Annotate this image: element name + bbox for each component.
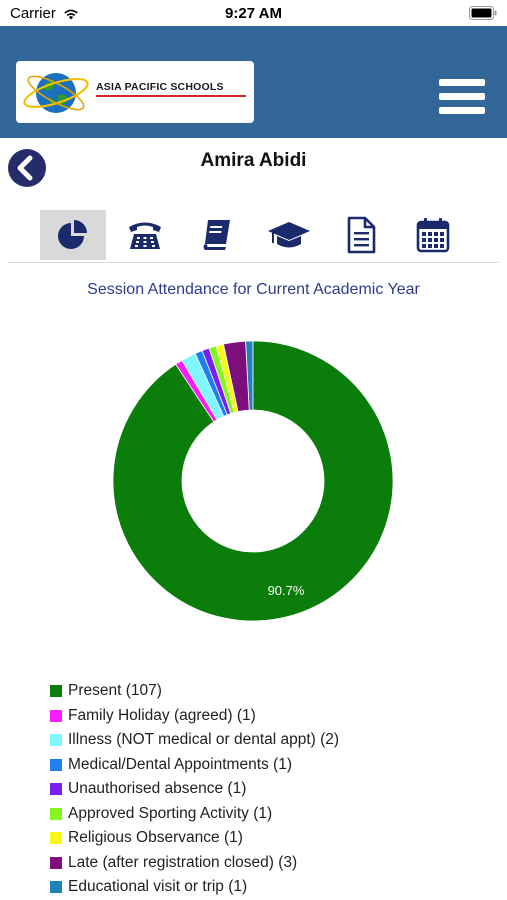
- legend-swatch: [50, 758, 62, 771]
- tab-calendar[interactable]: [400, 210, 466, 260]
- legend-label: Educational visit or trip (1): [68, 878, 248, 896]
- phone-icon: [129, 222, 161, 249]
- status-bar: Carrier 9:27 AM: [0, 0, 507, 26]
- legend-swatch: [50, 807, 62, 820]
- legend-swatch: [50, 783, 62, 796]
- calendar-icon: [416, 218, 450, 253]
- app-header: ASIA PACIFIC SCHOOLS: [0, 26, 507, 138]
- legend-label: Family Holiday (agreed) (1): [68, 706, 256, 724]
- legend-label: Present (107): [68, 682, 162, 700]
- tab-attendance[interactable]: [40, 210, 106, 260]
- logo-text: ASIA PACIFIC SCHOOLS: [96, 81, 224, 93]
- globe-icon: [23, 73, 89, 113]
- document-icon: [347, 216, 376, 254]
- book-icon: [203, 220, 230, 250]
- legend-item: Unauthorised absence (1): [50, 777, 339, 802]
- graduation-cap-icon: [268, 222, 310, 248]
- legend-item: Illness (NOT medical or dental appt) (2): [50, 728, 339, 753]
- legend-item: Present (107): [50, 679, 339, 704]
- legend-item: Approved Sporting Activity (1): [50, 802, 339, 827]
- battery-icon: [469, 6, 497, 24]
- menu-button[interactable]: [439, 79, 485, 119]
- legend-swatch: [50, 881, 62, 894]
- legend-swatch: [50, 734, 62, 747]
- legend-label: Approved Sporting Activity (1): [68, 804, 273, 822]
- tab-bar: [8, 210, 499, 263]
- legend-label: Late (after registration closed) (3): [68, 853, 298, 871]
- attendance-donut-chart: 90.7%: [112, 340, 394, 622]
- chart-title: Session Attendance for Current Academic …: [87, 281, 420, 298]
- legend-label: Illness (NOT medical or dental appt) (2): [68, 731, 340, 749]
- menu-bar: [439, 107, 485, 114]
- tab-books[interactable]: [184, 210, 250, 260]
- legend-swatch: [50, 856, 62, 869]
- page-title: Amira Abidi: [200, 150, 307, 171]
- school-logo: ASIA PACIFIC SCHOOLS: [16, 61, 254, 123]
- legend-item: Late (after registration closed) (3): [50, 851, 339, 876]
- donut-slice[interactable]: [112, 340, 394, 622]
- legend-label: Unauthorised absence (1): [68, 780, 247, 798]
- legend-label: Religious Observance (1): [68, 829, 243, 847]
- menu-bar: [439, 93, 485, 100]
- legend-swatch: [50, 832, 62, 845]
- tab-reports[interactable]: [328, 210, 394, 260]
- title-row: Amira Abidi: [0, 138, 507, 198]
- logo-underline: [96, 95, 246, 97]
- status-time: 9:27 AM: [225, 5, 282, 22]
- legend-item: Educational visit or trip (1): [50, 875, 339, 900]
- legend-item: Family Holiday (agreed) (1): [50, 704, 339, 729]
- menu-bar: [439, 79, 485, 86]
- legend-swatch: [50, 709, 62, 722]
- chart-data-label: 90.7%: [268, 583, 305, 598]
- tab-contact[interactable]: [112, 210, 178, 260]
- legend-item: Medical/Dental Appointments (1): [50, 753, 339, 778]
- legend-swatch: [50, 685, 62, 698]
- legend-label: Medical/Dental Appointments (1): [68, 755, 293, 773]
- chart-legend: Present (107) Family Holiday (agreed) (1)…: [50, 679, 339, 900]
- legend-item: Religious Observance (1): [50, 826, 339, 851]
- pie-chart-icon: [58, 220, 87, 249]
- tab-academic[interactable]: [256, 210, 322, 260]
